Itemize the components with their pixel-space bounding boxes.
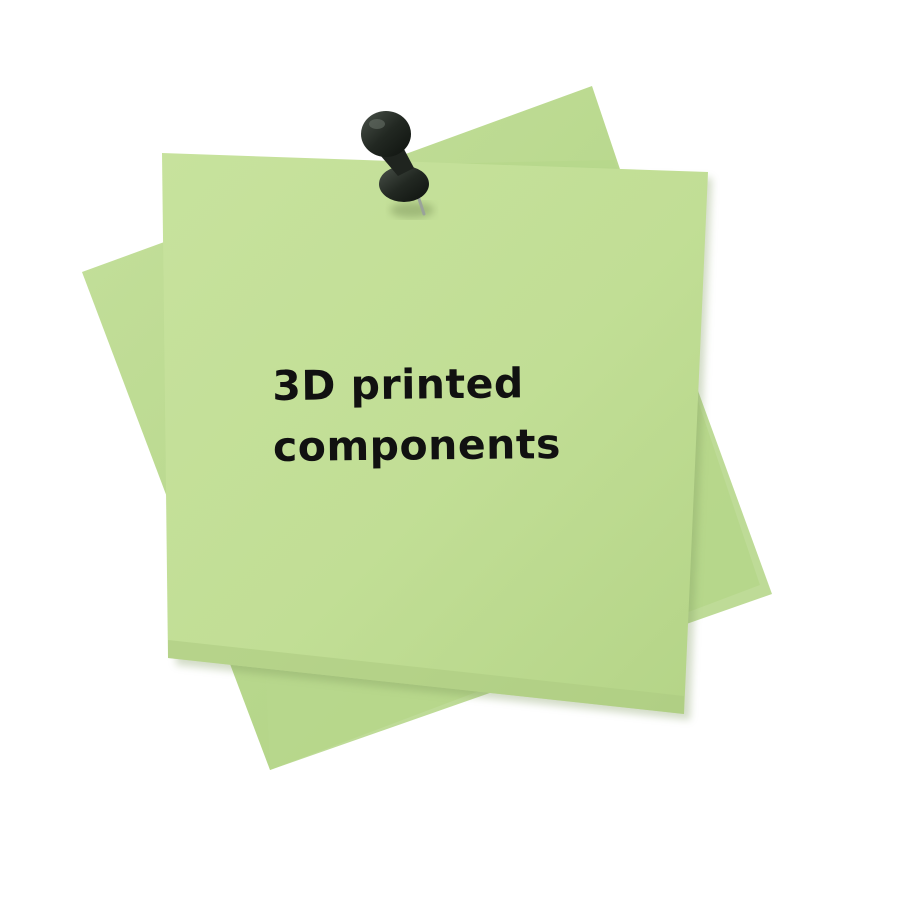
sticky-note-scene: 3D printed components [0, 0, 900, 900]
note-line-2: components [272, 419, 562, 471]
note-text: 3D printed components [272, 353, 593, 478]
note-line-1: 3D printed [272, 359, 524, 410]
